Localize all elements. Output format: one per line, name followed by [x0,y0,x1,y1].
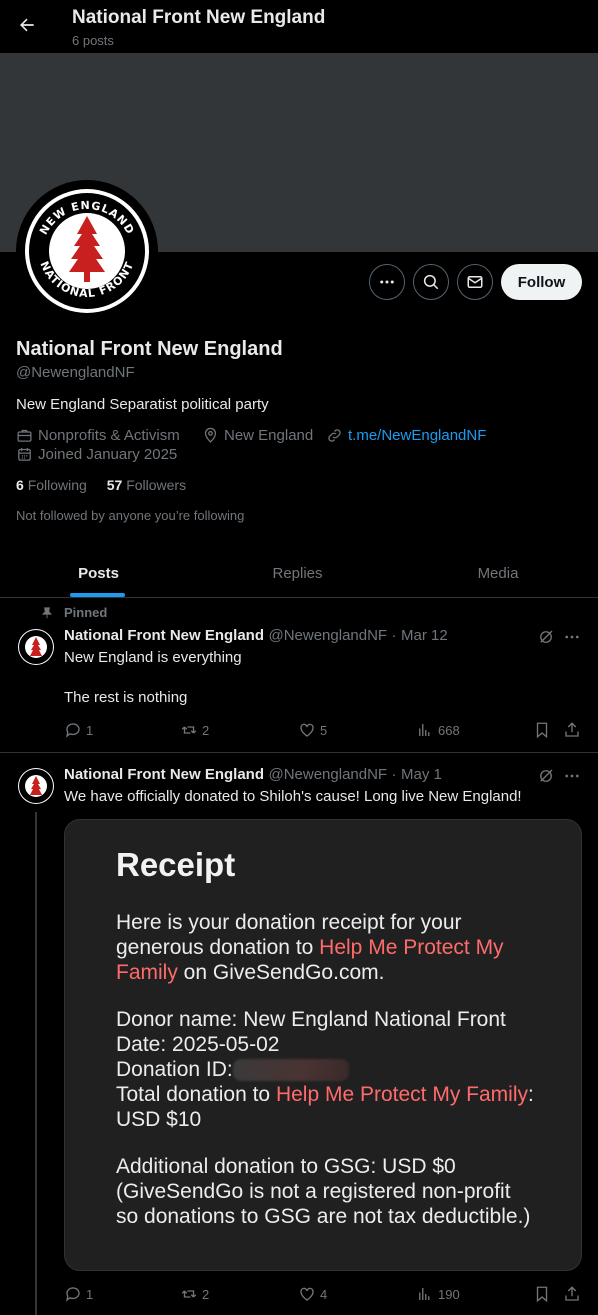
tweet-date[interactable]: Mar 12 [401,627,448,644]
receipt-details: Donor name: New England National Front D… [116,1008,534,1131]
repost-count: 2 [202,722,210,738]
tweet-author-handle[interactable]: @NewenglandNF [268,627,387,644]
header-post-count: 6 posts [72,33,114,48]
category-label: Nonprofits & Activism [38,427,180,444]
analytics-icon [419,724,430,736]
thread-line [35,812,37,1315]
receipt-intro: Here is your donation receipt for your g… [116,911,504,984]
ellipsis-icon [380,280,394,284]
like-count: 5 [320,722,328,738]
view-count: 190 [438,1286,460,1302]
share-icon[interactable] [563,721,581,739]
receipt-title: Receipt [116,846,236,883]
tweet-header: National Front New England @NewenglandNF… [64,766,442,783]
tweet-avatar[interactable] [18,629,54,665]
followers-link[interactable]: 57 Followers [107,477,186,493]
profile-location: New England [202,427,313,444]
more-options-button[interactable] [369,264,405,300]
receipt-additional: Additional donation to GSG: USD $0 (Give… [116,1155,531,1228]
reply-button[interactable]: 1 [64,1285,93,1303]
profile-name: National Front New England [16,338,283,360]
repost-icon [181,726,197,734]
tab-posts[interactable]: Posts [0,548,197,598]
redacted-blur [232,1059,349,1082]
profile-avatar[interactable]: NEW ENGLAND NATIONAL FRONT [16,180,158,322]
following-label: Following [27,477,87,493]
website-link[interactable]: t.me/NewEnglandNF [348,427,486,444]
repost-button[interactable]: 2 [180,721,209,739]
repost-button[interactable]: 2 [180,1285,209,1303]
reply-icon [65,1287,80,1302]
receipt-body: Here is your donation receipt for your g… [116,910,536,1251]
location-label: New England [224,427,314,444]
profile-link[interactable]: t.me/NewEnglandNF [326,427,486,444]
tweet-text: We have officially donated to Shiloh's c… [64,788,522,805]
followers-label: Followers [126,477,187,493]
message-button[interactable] [457,264,493,300]
calendar-icon [18,448,31,461]
like-button[interactable]: 5 [298,721,327,739]
tweet-divider [0,752,598,753]
heart-icon [300,723,314,737]
like-button[interactable]: 4 [298,1285,327,1303]
like-count: 4 [320,1286,328,1302]
reply-button[interactable]: 1 [64,721,93,739]
repost-count: 2 [202,1286,210,1302]
bookmark-icon[interactable] [533,721,551,739]
tweet-author-handle[interactable]: @NewenglandNF [268,766,387,783]
tweet-text-line2: The rest is nothing [64,689,188,706]
receipt-image[interactable]: Receipt Here is your donation receipt fo… [64,819,582,1271]
joined-label: Joined January 2025 [38,446,178,463]
tweet-text-line1: New England is everything [64,649,242,666]
following-count: 6 [16,477,24,493]
followers-count: 57 [106,477,123,493]
grok-icon[interactable] [537,767,555,785]
national-front-logo: NEW ENGLAND NATIONAL FRONT [25,189,149,313]
views-button[interactable]: 190 [416,1285,460,1303]
follow-button[interactable]: Follow [501,264,582,300]
tab-replies[interactable]: Replies [197,548,398,598]
share-icon[interactable] [563,1285,581,1303]
follow-counts: 6 Following 57 Followers [16,477,186,493]
profile-handle: @NewenglandNF [16,364,135,381]
repost-icon [181,1290,197,1298]
link-icon [328,429,341,442]
bookmark-icon[interactable] [533,1285,551,1303]
pin-icon [40,606,54,620]
pinned-label: Pinned [64,605,108,620]
tweet-date[interactable]: May 1 [401,766,442,783]
view-count: 668 [438,722,460,738]
header-title: National Front New England [72,7,326,28]
profile-category: Nonprofits & Activism [16,427,180,444]
tweet-avatar[interactable] [18,768,54,804]
reply-icon [65,723,80,738]
reply-count: 1 [86,722,94,738]
tweet-author-name[interactable]: National Front New England [64,766,264,783]
tab-media[interactable]: Media [398,548,598,598]
tabs-divider [0,597,598,598]
not-followed-note: Not followed by anyone you’re following [16,508,245,523]
profile-bio: New England Separatist political party [16,396,269,413]
tweet-header: National Front New England @NewenglandNF… [64,627,448,644]
views-button[interactable]: 668 [416,721,460,739]
search-icon [423,274,439,290]
briefcase-icon [17,429,32,442]
location-pin-icon [204,427,217,443]
tweet-author-name[interactable]: National Front New England [64,627,264,644]
receipt-total-link: Help Me Protect My Family [275,1083,529,1106]
back-arrow-icon[interactable] [12,10,42,40]
tweet-more-icon[interactable] [563,628,581,646]
analytics-icon [419,1288,430,1300]
following-link[interactable]: 6 Following [16,477,87,493]
grok-icon[interactable] [537,628,555,646]
search-profile-button[interactable] [413,264,449,300]
receipt-date: Date: 2025-05-02 [116,1033,280,1056]
profile-joined: Joined January 2025 [16,446,177,463]
receipt-donor: Donor name: New England National Front [116,1008,506,1031]
tweet-more-icon[interactable] [563,767,581,785]
receipt-donation-id: Donation ID: [116,1058,233,1081]
reply-count: 1 [86,1286,94,1302]
envelope-icon [467,276,483,288]
heart-icon [300,1287,314,1301]
